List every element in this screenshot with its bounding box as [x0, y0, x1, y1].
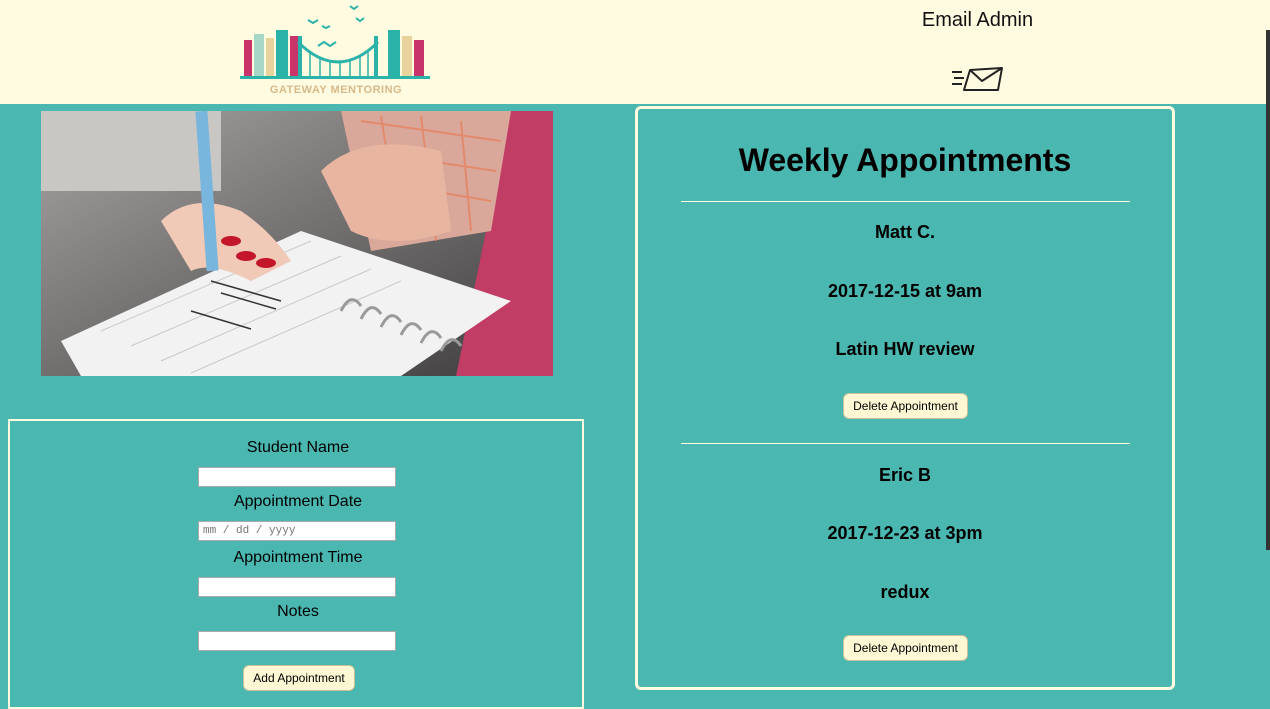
notes-label: Notes [277, 603, 319, 620]
appointment-student: Eric B [878, 465, 932, 485]
logo-graphic [240, 5, 430, 79]
delete-appointment-button[interactable]: Delete Appointment [843, 393, 968, 419]
appointment-notes: Latin HW review [835, 339, 975, 359]
writing-notebook-image [41, 111, 553, 376]
appointment-datetime: 2017-12-23 at 3pm [827, 523, 983, 543]
weekly-appointments-panel: Weekly Appointments Matt C. 2017-12-15 a… [635, 106, 1175, 690]
logo-wordmark: GATEWAY MENTORING [269, 84, 403, 96]
appointment-time-label: Appointment Time [233, 549, 363, 566]
envelope-icon[interactable] [950, 66, 1004, 92]
weekly-appointments-title: Weekly Appointments [738, 142, 1072, 178]
delete-appointment-button[interactable]: Delete Appointment [843, 635, 968, 661]
hero-photo [41, 111, 553, 376]
appointment-date-input[interactable] [198, 521, 396, 541]
notes-input[interactable] [198, 631, 396, 651]
student-name-label: Student Name [246, 439, 350, 456]
appointment-datetime: 2017-12-15 at 9am [827, 281, 983, 301]
gateway-mentoring-logo[interactable]: GATEWAY MENTORING [238, 2, 434, 98]
email-admin-link[interactable]: Email Admin [900, 9, 1055, 32]
appointment-notes: redux [880, 582, 930, 602]
appointment-date-label: Appointment Date [233, 493, 363, 510]
divider [681, 443, 1130, 444]
add-appointment-button[interactable]: Add Appointment [243, 665, 355, 691]
student-name-input[interactable] [198, 467, 396, 487]
appointment-student: Matt C. [875, 222, 935, 242]
site-header: GATEWAY MENTORING Email Admin [0, 0, 1270, 104]
scrollbar-edge[interactable] [1266, 30, 1270, 550]
divider [681, 201, 1130, 202]
add-appointment-form: Student Name Appointment Date Appointmen… [8, 419, 584, 709]
appointment-time-input[interactable] [198, 577, 396, 597]
